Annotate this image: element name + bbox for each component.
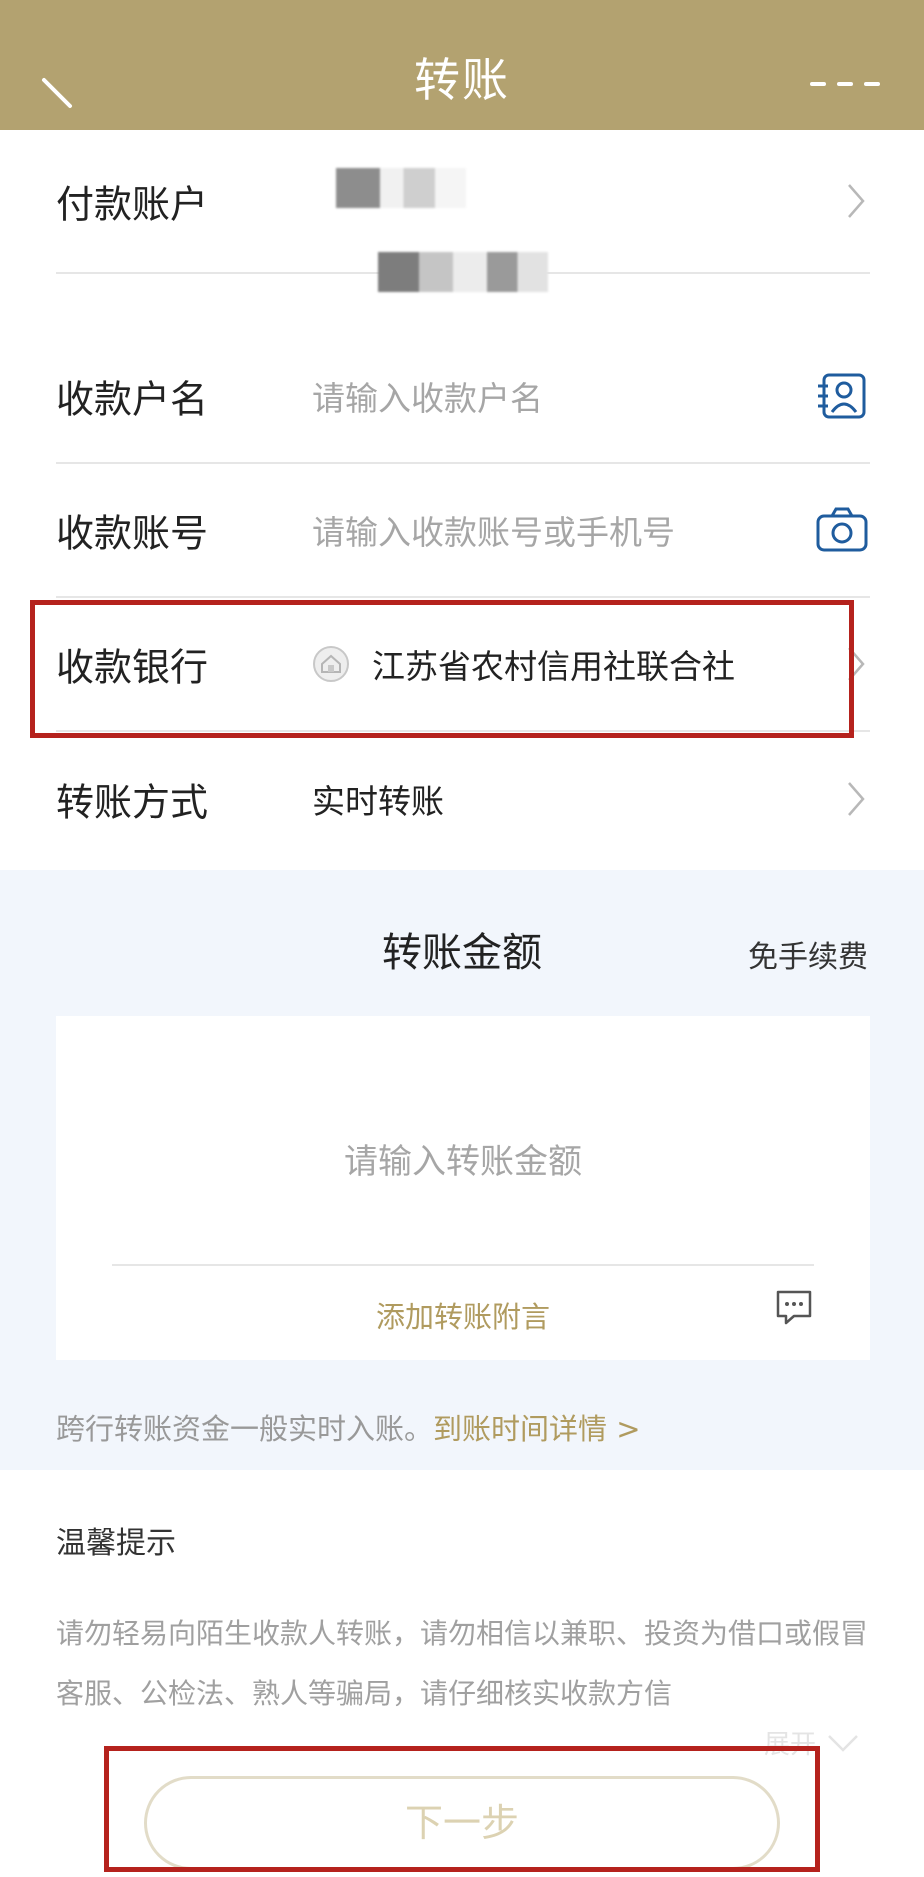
transfer-mode-value: 实时转账 [312, 782, 444, 821]
transfer-mode-label: 转账方式 [56, 780, 209, 825]
payee-name-input[interactable]: 请输入收款户名 [312, 372, 543, 420]
payee-account-row[interactable]: 收款账号 请输入收款账号或手机号 [56, 464, 870, 598]
amount-section: 转账金额 免手续费 请输入转账金额 添加转账附言 跨行转账资金一般实时入账。到账… [0, 870, 924, 1470]
masked-account-name [336, 168, 466, 208]
highlight-box-next [104, 1746, 820, 1872]
camera-icon[interactable] [816, 506, 868, 554]
transfer-mode-row[interactable]: 转账方式 实时转账 [56, 732, 870, 866]
tips-title: 温馨提示 [56, 1526, 176, 1561]
payee-account-label: 收款账号 [56, 511, 209, 556]
chevron-right-icon [848, 184, 865, 218]
amount-card: 请输入转账金额 添加转账附言 [56, 1016, 870, 1360]
divider [112, 1264, 814, 1266]
masked-account-number [378, 252, 548, 292]
more-icon[interactable] [810, 74, 880, 94]
comment-icon[interactable] [774, 1288, 814, 1326]
page-title: 转账 [414, 53, 510, 107]
add-note-link[interactable]: 添加转账附言 [56, 1294, 870, 1336]
arrival-notice-text: 跨行转账资金一般实时入账。 [56, 1412, 434, 1446]
fee-note: 免手续费 [748, 940, 868, 975]
payee-name-row[interactable]: 收款户名 请输入收款户名 [56, 330, 870, 464]
amount-input[interactable]: 请输入转账金额 [56, 1134, 870, 1183]
arrival-time-link[interactable]: 到账时间详情 > [433, 1412, 641, 1446]
payer-account-label: 付款账户 [56, 182, 209, 227]
highlight-box-bank [30, 600, 854, 738]
payee-name-label: 收款户名 [56, 377, 209, 422]
arrival-notice: 跨行转账资金一般实时入账。到账时间详情 > [56, 1406, 641, 1448]
payee-account-input[interactable]: 请输入收款账号或手机号 [312, 506, 675, 554]
top-bar: 转账 [0, 0, 924, 130]
chevron-down-icon [828, 1734, 858, 1752]
contact-book-icon[interactable] [816, 372, 868, 420]
chevron-right-icon [848, 782, 865, 816]
